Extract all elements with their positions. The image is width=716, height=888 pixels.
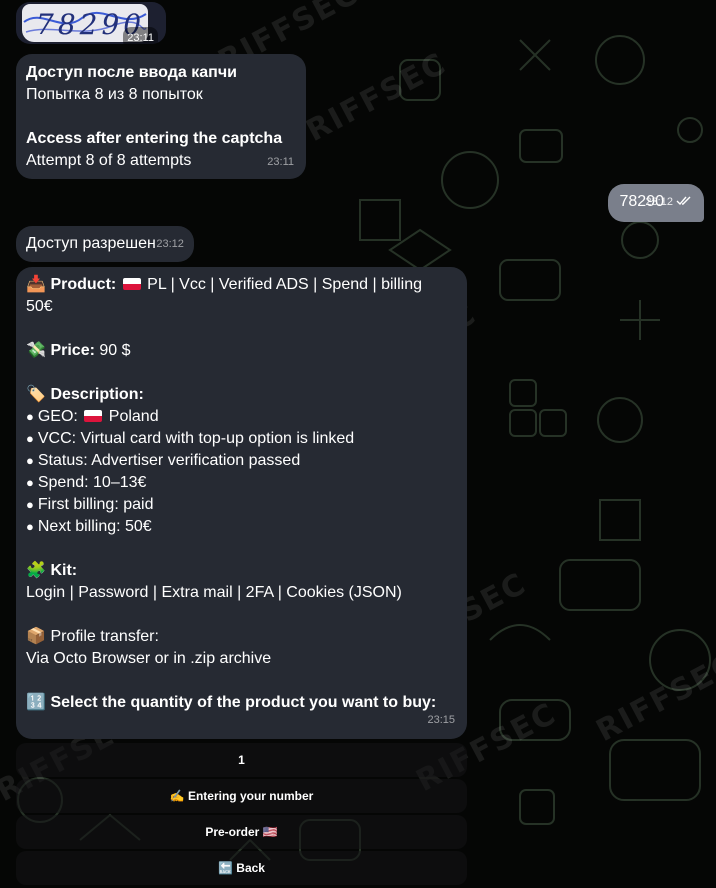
price-line: 💸 Price: 90 $ [26, 340, 457, 362]
price-label: Price: [50, 342, 95, 359]
divider [26, 106, 296, 128]
package-icon: 📦 [26, 628, 46, 645]
inbox-tray-icon: 📥 [26, 276, 46, 293]
desc-item-first-billing: ● First billing: paid [26, 496, 154, 513]
access-title-ru: Доступ после ввода капчи [26, 64, 237, 81]
label-tag-icon: 🏷️ [26, 386, 46, 403]
entering-number-button[interactable]: ✍️ Entering your number [16, 779, 467, 813]
message-time: 23:12 [645, 191, 692, 213]
us-flag-icon: 🇺🇸 [262, 825, 278, 839]
desc-item-geo: ● GEO: Poland [26, 408, 159, 425]
description-line: 🏷️ Description: [26, 384, 457, 406]
access-message: Доступ после ввода капчи Попытка 8 из 8 … [16, 54, 306, 179]
select-line: 🔢 Select the quantity of the product you… [26, 692, 457, 714]
granted-message: Доступ разрешен 23:12 [16, 226, 194, 262]
money-wings-icon: 💸 [26, 342, 46, 359]
double-check-icon [676, 196, 691, 206]
numbers-1234-icon: 🔢 [26, 694, 46, 711]
transfer-line: 📦 Profile transfer: [26, 626, 457, 648]
product-message: 📥 Product: PL | Vcc | Verified ADS | Spe… [16, 267, 467, 739]
kit-value: Login | Password | Extra mail | 2FA | Co… [26, 584, 402, 601]
message-time: 23:11 [267, 156, 294, 168]
preorder-button[interactable]: Pre-order 🇺🇸 [16, 815, 467, 849]
description-label: Description: [50, 386, 144, 403]
product-label: Product: [50, 276, 117, 293]
attempt-text-ru: Попытка 8 из 8 попыток [26, 86, 203, 103]
outgoing-message: 78290 23:12 [607, 184, 704, 222]
product-value-cont: 50€ [26, 298, 53, 315]
quantity-button[interactable]: 1 [16, 743, 467, 777]
select-label: Select the quantity of the product you w… [50, 694, 437, 711]
back-button[interactable]: 🔙 Back [16, 851, 467, 885]
pl-flag-icon [84, 410, 103, 422]
desc-item-next-billing: ● Next billing: 50€ [26, 518, 152, 535]
access-title-en: Access after entering the captcha [26, 130, 283, 147]
puzzle-piece-icon: 🧩 [26, 562, 46, 579]
desc-item-status: ● Status: Advertiser verification passed [26, 452, 301, 469]
captcha-message[interactable]: 78290 23:11 [16, 2, 166, 44]
pl-flag-icon [122, 278, 141, 290]
kit-line: 🧩 Kit: [26, 560, 457, 582]
desc-item-vcc: ● VCC: Virtual card with top-up option is… [26, 430, 355, 447]
granted-text: Доступ разрешен [26, 235, 156, 252]
price-value: 90 $ [99, 342, 131, 359]
chat-window: RIFFSEC RIFFSEC RIFFSEC RIFFSEC RIFFSEC … [0, 0, 716, 888]
message-time: 23:15 [427, 714, 455, 726]
product-value: PL | Vcc | Verified ADS | Spend | billin… [147, 276, 422, 293]
transfer-label: Profile transfer: [50, 628, 159, 645]
product-line: 📥 Product: PL | Vcc | Verified ADS | Spe… [26, 274, 457, 296]
message-time: 23:11 [123, 27, 158, 44]
kit-label: Kit: [50, 562, 78, 579]
message-time: 23:12 [156, 238, 184, 250]
attempt-text-en: Attempt 8 of 8 attempts [26, 152, 192, 169]
back-arrow-icon: 🔙 [218, 861, 233, 875]
writing-hand-icon: ✍️ [169, 789, 185, 803]
desc-item-spend: ● Spend: 10–13€ [26, 474, 147, 491]
transfer-value: Via Octo Browser or in .zip archive [26, 650, 272, 667]
